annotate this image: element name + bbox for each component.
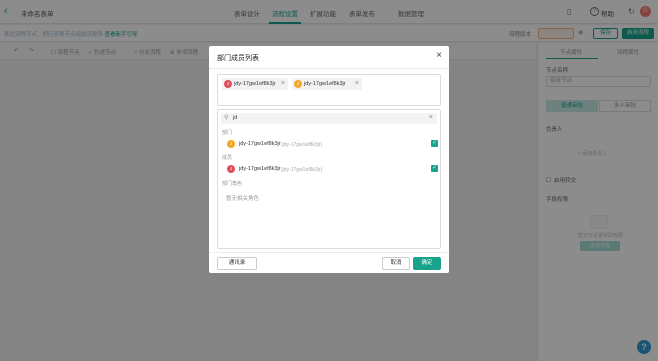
avatar: J bbox=[227, 140, 235, 148]
avatar: J bbox=[294, 80, 302, 88]
address-book-button[interactable]: 通讯录 bbox=[217, 257, 257, 270]
section-department: 部门 bbox=[222, 130, 233, 136]
member-search-input[interactable]: ⚲ jd × bbox=[221, 113, 437, 124]
item-id: (jdy-17gw1ef8k3jr) bbox=[281, 166, 323, 173]
close-icon[interactable]: × bbox=[436, 50, 442, 62]
section-role: 部门角色 bbox=[222, 181, 243, 187]
dialog-title: 部门成员列表 bbox=[217, 55, 259, 62]
chip-name: jdy-17gw1ef8k3jr bbox=[234, 81, 276, 87]
selected-chip: J jdy-17gw1ef8k3jr × bbox=[222, 78, 288, 90]
remove-chip-icon[interactable]: × bbox=[281, 79, 285, 88]
chip-name: jdy-17gw1ef8k3jr bbox=[304, 81, 346, 87]
selected-members-box[interactable]: J jdy-17gw1ef8k3jr × J jdy-17gw1ef8k3jr … bbox=[217, 74, 441, 106]
footer-divider bbox=[209, 252, 449, 253]
checkbox-checked[interactable]: ✓ bbox=[431, 140, 438, 147]
remove-chip-icon[interactable]: × bbox=[355, 79, 359, 88]
member-picker-dialog: 部门成员列表 × J jdy-17gw1ef8k3jr × J jdy-17gw… bbox=[209, 46, 449, 273]
member-list-panel: ⚲ jd × 部门 J jdy-17gw1ef8k3jr (jdy-17gw1e… bbox=[217, 109, 441, 249]
clear-search-icon[interactable]: × bbox=[429, 113, 433, 123]
checkbox-checked[interactable]: ✓ bbox=[431, 165, 438, 172]
search-icon: ⚲ bbox=[224, 115, 229, 121]
cancel-button[interactable]: 取消 bbox=[382, 257, 410, 270]
header-divider bbox=[209, 68, 449, 69]
item-name: jdy-17gw1ef8k3jr bbox=[239, 166, 281, 172]
item-id: (jdy-17gw1ef8k3jr) bbox=[281, 141, 323, 148]
search-value[interactable]: jd bbox=[233, 115, 237, 121]
list-item[interactable]: J jdy-17gw1ef8k3jr (jdy-17gw1ef8k3jr) ✓ bbox=[218, 163, 440, 175]
avatar: J bbox=[227, 165, 235, 173]
selected-chip: J jdy-17gw1ef8k3jr × bbox=[292, 78, 362, 90]
list-item[interactable]: J jdy-17gw1ef8k3jr (jdy-17gw1ef8k3jr) ✓ bbox=[218, 138, 440, 150]
confirm-button[interactable]: 确定 bbox=[413, 257, 441, 270]
avatar: J bbox=[224, 80, 232, 88]
item-name: jdy-17gw1ef8k3jr bbox=[239, 141, 281, 147]
empty-role-message: 暂无相关角色 bbox=[226, 196, 260, 202]
section-member: 成员 bbox=[222, 155, 233, 161]
